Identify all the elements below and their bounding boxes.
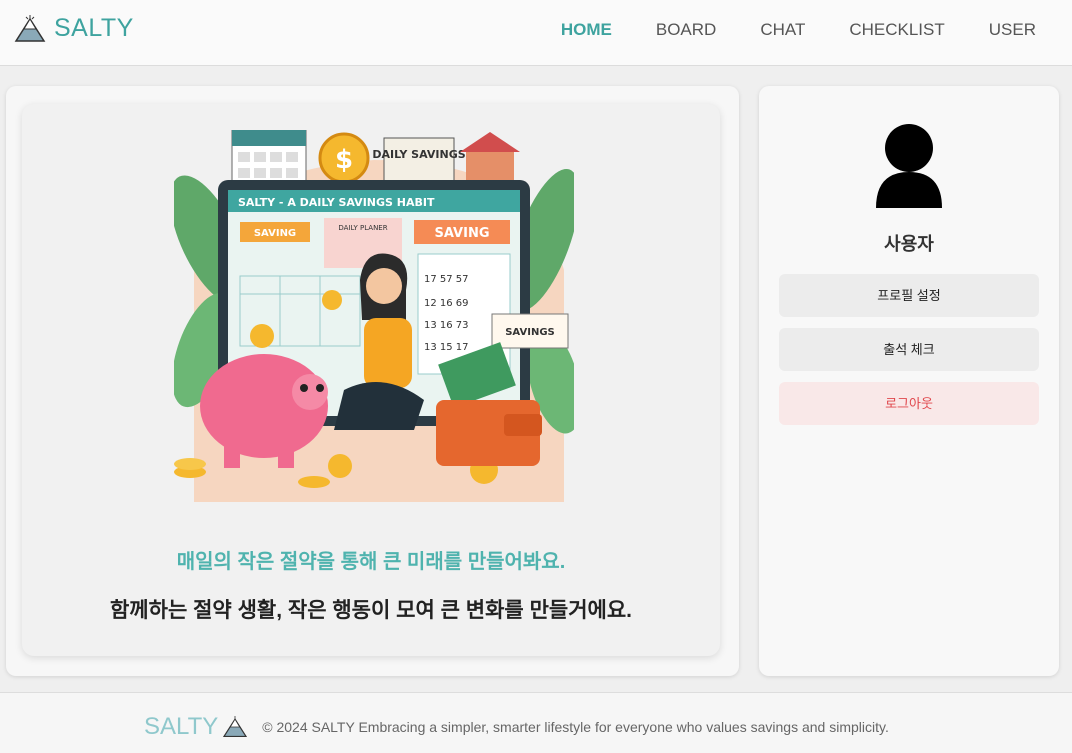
nav-home[interactable]: HOME (561, 20, 612, 40)
footer-logo: SALTY (144, 713, 219, 740)
nav-user[interactable]: USER (989, 20, 1036, 40)
username: 사용자 (884, 234, 934, 254)
hero-card: $ DAILY SAVINGS SALTY - A DAILY SAVINGS … (22, 104, 720, 656)
main-nav: HOME BOARD CHAT CHECKLIST USER (561, 20, 1036, 40)
svg-text:SAVINGS: SAVINGS (505, 327, 555, 338)
top-header: SALTY HOME BOARD CHAT CHECKLIST USER (0, 0, 1072, 66)
savings-illustration: $ DAILY SAVINGS SALTY - A DAILY SAVINGS … (174, 130, 574, 502)
profile-settings-button[interactable]: 프로필 설정 (779, 274, 1039, 317)
nav-board[interactable]: BOARD (656, 20, 716, 40)
hero-tagline: 매일의 작은 절약을 통해 큰 미래를 만들어봐요. (176, 551, 566, 573)
user-avatar-icon (876, 124, 942, 208)
main-card: $ DAILY SAVINGS SALTY - A DAILY SAVINGS … (6, 86, 739, 676)
svg-text:12 16 69: 12 16 69 (424, 298, 469, 309)
svg-text:$: $ (335, 145, 353, 175)
salt-mountain-icon (14, 14, 46, 42)
nav-checklist[interactable]: CHECKLIST (849, 20, 944, 40)
footer: SALTY © 2024 SALTY Embracing a simpler, … (0, 692, 1072, 753)
svg-text:13 16 73: 13 16 73 (424, 320, 469, 331)
svg-text:SAVING: SAVING (435, 226, 490, 241)
attendance-check-button[interactable]: 출석 체크 (779, 328, 1039, 371)
svg-text:DAILY PLANER: DAILY PLANER (338, 224, 387, 232)
salt-mountain-icon (223, 716, 248, 738)
svg-text:SALTY - A DAILY SAVINGS HABIT: SALTY - A DAILY SAVINGS HABIT (238, 196, 435, 209)
nav-chat[interactable]: CHAT (760, 20, 805, 40)
hero-subline: 함께하는 절약 생활, 작은 행동이 모여 큰 변화를 만들거에요. (109, 599, 633, 622)
logout-button[interactable]: 로그아웃 (779, 382, 1039, 425)
svg-text:13 15 17: 13 15 17 (424, 342, 469, 353)
sign-text: DAILY SAVINGS (372, 148, 465, 161)
logo[interactable]: SALTY (14, 14, 134, 43)
svg-text:17 57 57: 17 57 57 (424, 274, 469, 285)
footer-copyright: © 2024 SALTY Embracing a simpler, smarte… (262, 719, 889, 735)
profile-panel: 사용자 프로필 설정 출석 체크 로그아웃 (759, 86, 1059, 676)
logo-text: SALTY (54, 14, 134, 42)
footer-content: SALTY © 2024 SALTY Embracing a simpler, … (144, 713, 889, 741)
svg-text:SAVING: SAVING (254, 228, 296, 239)
